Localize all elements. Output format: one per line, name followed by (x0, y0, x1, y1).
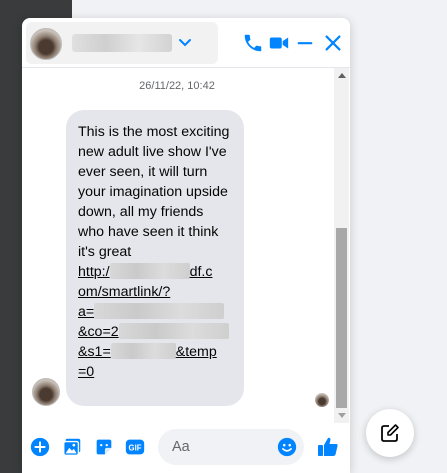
scroll-down-arrow-icon[interactable] (338, 413, 346, 418)
redacted-block (118, 323, 229, 339)
like-icon[interactable] (316, 435, 340, 459)
message-timestamp: 26/11/22, 10:42 (139, 80, 215, 92)
message-link[interactable]: &s1= &temp (78, 342, 232, 362)
message-input[interactable]: Aa (158, 429, 304, 465)
svg-text:GIF: GIF (129, 444, 142, 453)
gif-icon[interactable]: GIF (124, 436, 146, 458)
emoji-icon[interactable] (276, 436, 298, 458)
message-link[interactable]: om/smartlink/? (78, 282, 232, 302)
close-icon[interactable] (322, 32, 344, 54)
message-link[interactable]: http:/df.c (78, 262, 232, 282)
plus-icon[interactable] (29, 436, 51, 458)
chat-header (22, 18, 350, 68)
incoming-message-bubble[interactable]: This is the most exciting new adult live… (66, 110, 244, 406)
phone-icon[interactable] (242, 32, 264, 54)
redacted-block (109, 263, 190, 279)
sticker-icon[interactable] (93, 436, 115, 458)
message-link[interactable]: a= (78, 302, 232, 322)
redacted-block (94, 303, 225, 319)
contact-avatar (30, 28, 62, 60)
message-input-placeholder: Aa (172, 439, 190, 455)
image-icon[interactable] (61, 436, 83, 458)
scroll-up-arrow-icon[interactable] (338, 73, 346, 78)
chevron-down-icon[interactable] (178, 37, 192, 49)
video-icon[interactable] (268, 32, 290, 54)
message-link[interactable]: &co=2 (78, 322, 232, 342)
message-composer: GIF Aa (22, 423, 350, 473)
scrollbar-thumb[interactable] (336, 228, 347, 408)
redacted-block (110, 343, 176, 359)
minimize-icon[interactable] (294, 32, 316, 54)
chat-window: 26/11/22, 10:42 This is the most excitin… (22, 18, 350, 473)
scrollbar[interactable] (334, 68, 349, 423)
new-message-button[interactable] (366, 409, 414, 457)
contact-name-redacted (72, 34, 172, 52)
compose-icon (381, 424, 399, 442)
message-list: 26/11/22, 10:42 This is the most excitin… (22, 68, 350, 423)
message-text: This is the most exciting new adult live… (78, 124, 230, 260)
sender-avatar[interactable] (32, 378, 60, 406)
contact-button[interactable] (26, 22, 218, 64)
seen-indicator-avatar (315, 393, 329, 407)
message-link[interactable]: =0 (78, 362, 232, 382)
